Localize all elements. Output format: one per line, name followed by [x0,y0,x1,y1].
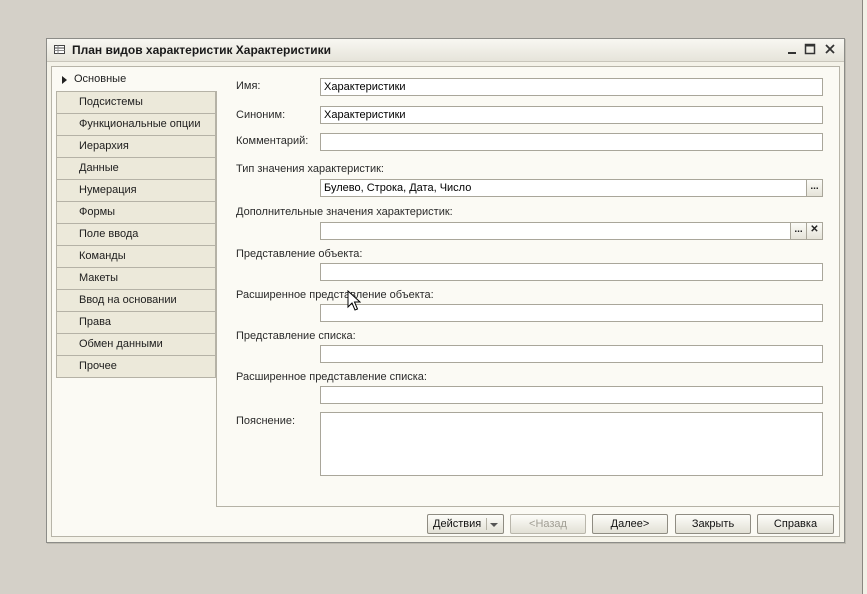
nav-item-numbering[interactable]: Нумерация [56,179,216,201]
explanation-textarea[interactable] [320,412,823,476]
nav-item-label: Подсистемы [79,96,143,108]
nav-item-functional-options[interactable]: Функциональные опции [56,113,216,135]
nav-item-data-exchange[interactable]: Обмен данными [56,333,216,355]
back-button[interactable]: <Назад [510,514,586,534]
object-repr-field[interactable] [320,263,823,281]
desktop-edge [862,0,867,594]
explanation-label: Пояснение: [236,415,296,427]
nav-item-other[interactable]: Прочее [56,355,216,378]
name-field[interactable]: Характеристики [320,78,823,96]
actions-label: Действия [433,518,482,530]
comment-field[interactable] [320,133,823,151]
synonym-label: Синоним: [236,109,286,121]
actions-button[interactable]: Действия [427,514,504,534]
content-bottom-divider [216,506,839,507]
table-icon [54,45,65,54]
value-type-field[interactable]: Булево, Строка, Дата, Число ... [320,179,823,197]
ext-list-repr-label: Расширенное представление списка: [236,371,427,383]
window-body: Основные Подсистемы Функциональные опции… [51,66,840,537]
triangle-right-icon [62,76,67,84]
mouse-cursor-icon [347,290,361,311]
title-bar: План видов характеристик Характеристики [47,39,844,62]
window-title: План видов характеристик Характеристики [72,43,332,57]
help-button[interactable]: Справка [757,514,834,534]
config-object-window: План видов характеристик Характеристики … [46,38,845,543]
chevron-down-icon [490,523,498,527]
list-repr-label: Представление списка: [236,330,356,342]
nav-item-input-field[interactable]: Поле ввода [56,223,216,245]
nav-item-input-based-on[interactable]: Ввод на основании [56,289,216,311]
nav-item-label: Функциональные опции [79,118,201,130]
nav-item-label: Макеты [79,272,119,284]
close-icon[interactable] [823,42,837,56]
list-repr-field[interactable] [320,345,823,363]
ext-object-repr-field[interactable] [320,304,823,322]
dropdown-separator [486,518,487,530]
nav-item-label: Права [79,316,111,328]
minimize-icon[interactable] [785,42,799,56]
nav-item-label: Команды [79,250,126,262]
ext-object-repr-label: Расширенное представление объекта: [236,289,434,301]
extra-values-field[interactable]: ... ✕ [320,222,823,240]
nav-item-rights[interactable]: Права [56,311,216,333]
object-repr-label: Представление объекта: [236,248,363,260]
nav-item-main[interactable]: Основные [56,69,216,91]
nav-item-subsystems[interactable]: Подсистемы [56,91,216,113]
nav-item-commands[interactable]: Команды [56,245,216,267]
sections-nav: Основные Подсистемы Функциональные опции… [56,69,216,378]
nav-item-forms[interactable]: Формы [56,201,216,223]
nav-item-label: Формы [79,206,116,218]
comment-label: Комментарий: [236,135,309,147]
name-label: Имя: [236,80,261,92]
value-type-value: Булево, Строка, Дата, Число [324,182,472,194]
synonym-field[interactable]: Характеристики [320,106,823,124]
ext-list-repr-field[interactable] [320,386,823,404]
next-button[interactable]: Далее> [592,514,668,534]
select-ellipsis-button[interactable]: ... [806,180,822,196]
value-type-label: Тип значения характеристик: [236,163,384,175]
nav-item-label: Основные [74,73,127,85]
nav-item-label: Данные [79,162,119,174]
clear-icon[interactable]: ✕ [806,223,822,239]
select-ellipsis-button[interactable]: ... [790,223,806,239]
nav-item-hierarchy[interactable]: Иерархия [56,135,216,157]
nav-item-templates[interactable]: Макеты [56,267,216,289]
nav-item-label: Поле ввода [79,228,139,240]
nav-item-label: Нумерация [79,184,137,196]
close-button[interactable]: Закрыть [675,514,751,534]
maximize-icon[interactable] [803,42,817,56]
content-divider [216,91,217,506]
nav-item-label: Иерархия [79,140,129,152]
nav-item-label: Ввод на основании [79,294,177,306]
extra-values-label: Дополнительные значения характеристик: [236,206,453,218]
nav-item-label: Обмен данными [79,338,163,350]
nav-item-label: Прочее [79,360,117,372]
nav-item-data[interactable]: Данные [56,157,216,179]
